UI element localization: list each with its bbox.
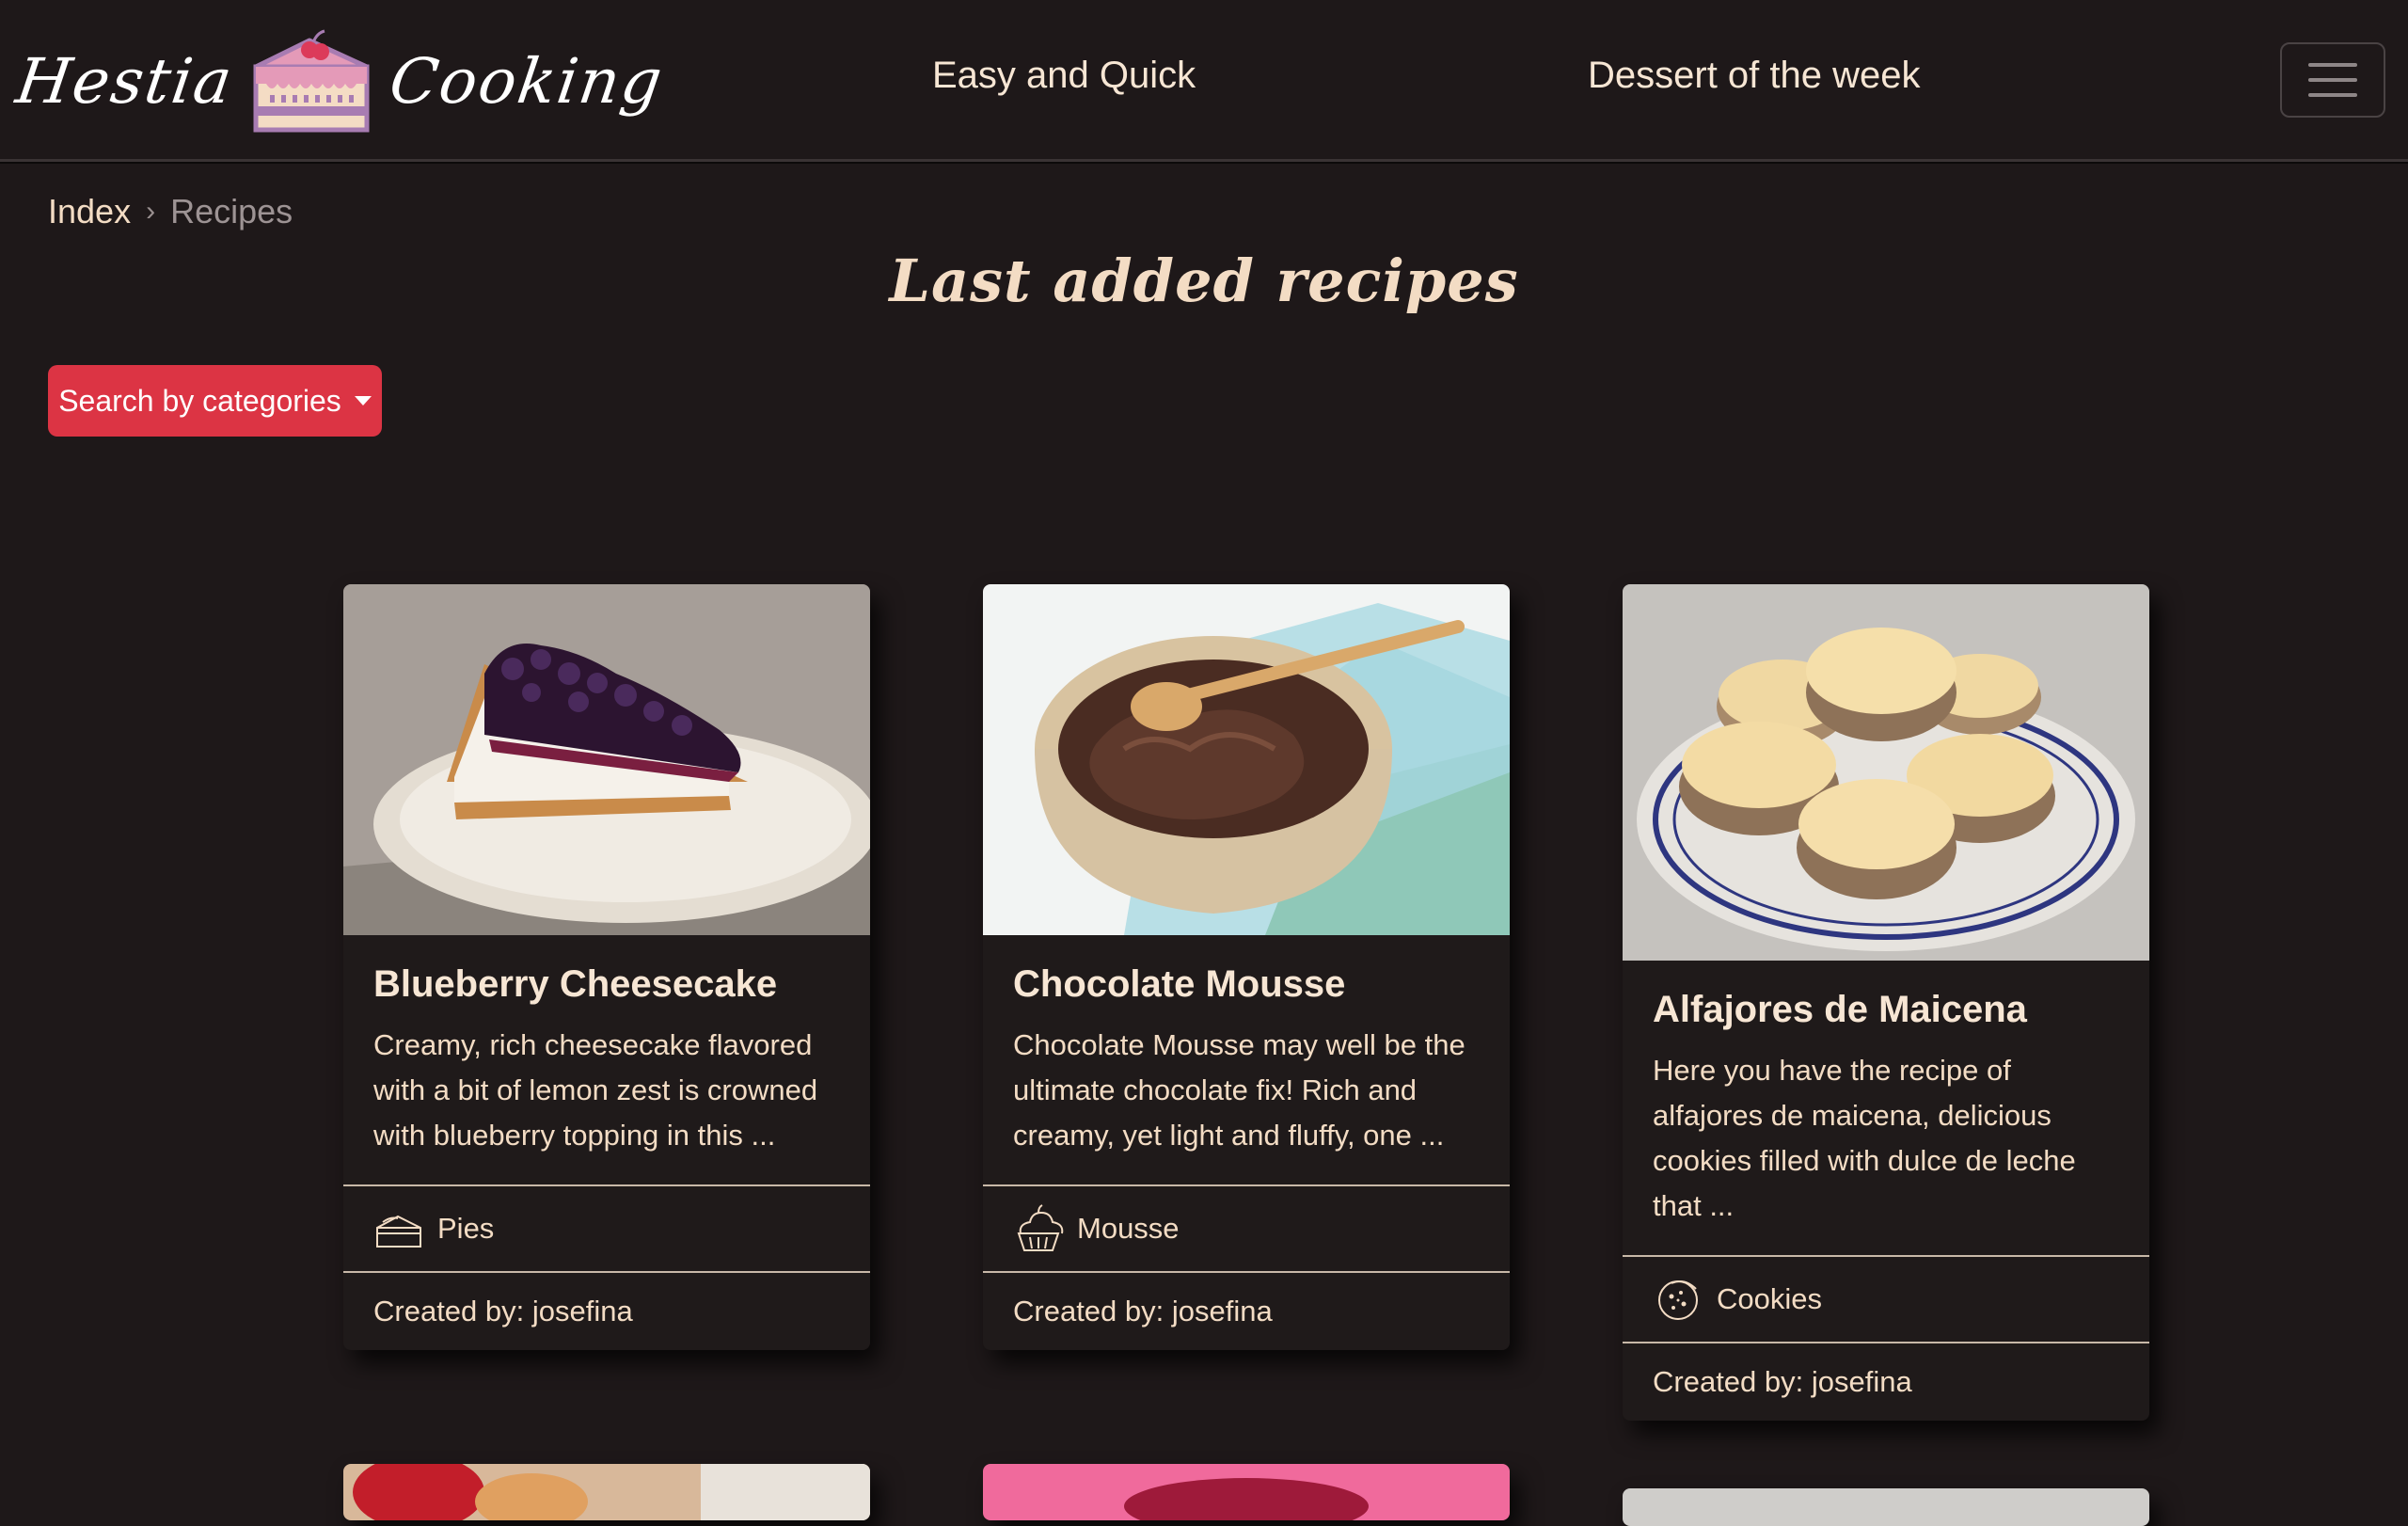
- nav-link-dessert-of-the-week[interactable]: Dessert of the week: [1588, 55, 1921, 97]
- cookie-icon: [1658, 1280, 1698, 1320]
- card-footer: Created by: josefina: [1013, 1295, 1273, 1327]
- card-footer: Created by: josefina: [373, 1295, 633, 1327]
- recipe-image-partial: [1623, 1488, 2149, 1526]
- card-category[interactable]: Mousse: [983, 1184, 1510, 1273]
- card-footer: Created by: josefina: [1653, 1365, 1912, 1398]
- recipe-card[interactable]: [343, 1464, 870, 1520]
- breadcrumb-chevron-icon: ›: [146, 196, 156, 227]
- brand-word-cooking: Cooking: [386, 44, 669, 118]
- card-body: Blueberry Cheesecake Creamy, rich cheese…: [343, 935, 870, 1158]
- recipe-card[interactable]: [1623, 1488, 2149, 1526]
- card-title[interactable]: Chocolate Mousse: [1013, 963, 1480, 1006]
- breadcrumb-current: Recipes: [170, 192, 293, 230]
- search-by-categories-button[interactable]: Search by categories: [48, 365, 382, 437]
- brand-word-hestia: Hestia: [11, 44, 238, 118]
- recipe-image-partial: [343, 1464, 870, 1520]
- card-title[interactable]: Alfajores de Maicena: [1653, 989, 2119, 1031]
- card-category-label: Mousse: [1077, 1212, 1180, 1245]
- recipe-image-partial: [983, 1464, 1510, 1520]
- card-description: Here you have the recipe of alfajores de…: [1653, 1054, 2076, 1222]
- cake-slice-logo-icon: [253, 29, 370, 133]
- page-title: Last added recipes: [889, 246, 1519, 315]
- recipe-card[interactable]: Alfajores de Maicena Here you have the r…: [1623, 584, 2149, 1421]
- recipe-image-chocolate-mousse: [983, 584, 1510, 935]
- breadcrumb-index-link[interactable]: Index: [48, 192, 131, 231]
- search-by-categories-label: Search by categories: [58, 383, 341, 418]
- recipe-image-cheesecake: [343, 584, 870, 935]
- hamburger-menu-icon: [2308, 63, 2357, 97]
- recipe-card[interactable]: Blueberry Cheesecake Creamy, rich cheese…: [343, 584, 870, 1350]
- card-category-label: Cookies: [1717, 1282, 1822, 1315]
- recipe-image-alfajores: [1623, 584, 2149, 961]
- card-category-label: Pies: [437, 1212, 495, 1245]
- recipe-card[interactable]: Chocolate Mousse Chocolate Mousse may we…: [983, 584, 1510, 1350]
- breadcrumb: Index › Recipes: [48, 192, 293, 231]
- navbar: Hestia Cooking Easy and Quick Dessert of…: [0, 0, 2408, 162]
- cupcake-icon: [1017, 1204, 1064, 1251]
- brand-link[interactable]: Hestia Cooking: [12, 26, 669, 135]
- pie-slice-icon: [376, 1215, 421, 1248]
- recipe-card[interactable]: [983, 1464, 1510, 1520]
- card-category[interactable]: Cookies: [1623, 1255, 2149, 1343]
- caret-down-icon: [354, 396, 372, 405]
- card-body: Alfajores de Maicena Here you have the r…: [1623, 961, 2149, 1229]
- navbar-toggler-button[interactable]: [2280, 42, 2385, 118]
- card-category[interactable]: Pies: [343, 1184, 870, 1273]
- card-description: Chocolate Mousse may well be the ultimat…: [1013, 1028, 1465, 1152]
- card-description: Creamy, rich cheesecake flavored with a …: [373, 1028, 818, 1152]
- nav-link-easy-and-quick[interactable]: Easy and Quick: [932, 55, 1196, 97]
- card-body: Chocolate Mousse Chocolate Mousse may we…: [983, 935, 1510, 1158]
- card-title[interactable]: Blueberry Cheesecake: [373, 963, 840, 1006]
